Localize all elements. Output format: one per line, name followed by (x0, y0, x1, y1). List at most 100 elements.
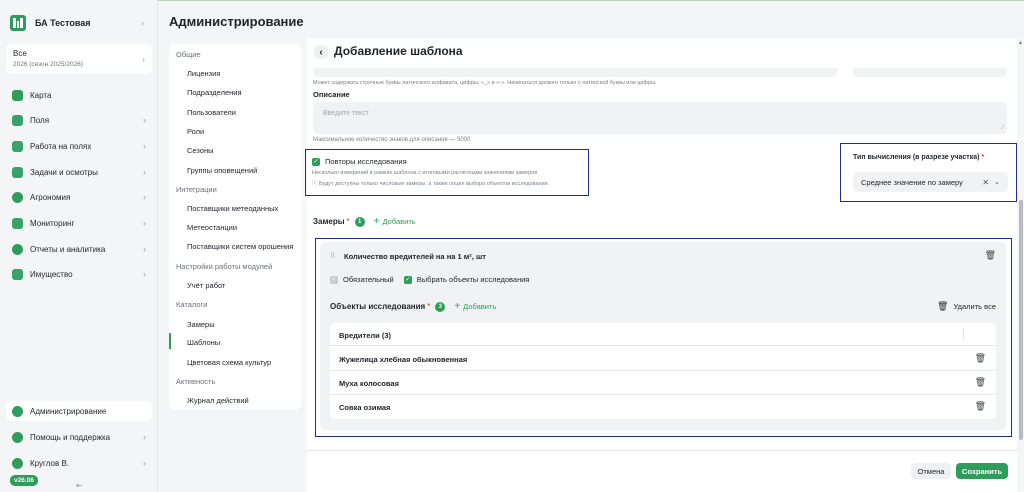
chevron-right-icon: › (143, 115, 146, 125)
code-input[interactable] (313, 68, 837, 77)
repeats-checkbox[interactable]: ✓ (312, 157, 320, 166)
subnav-item-action-log[interactable]: Журнал действий (187, 396, 249, 405)
season-subtitle: 2026 (сезон 2025/2026) (13, 61, 83, 68)
subnav-group-catalogs: Каталоги (176, 300, 208, 309)
trash-icon[interactable]: 🗑 (975, 377, 986, 388)
nav-item-field-work[interactable]: Работа на полях › (6, 136, 152, 156)
object-name: Совка озимая (339, 403, 391, 412)
required-mark: * (981, 154, 985, 161)
subnav-item-templates[interactable]: Шаблоны (187, 338, 220, 347)
drag-handle-icon[interactable]: ⠿ (330, 252, 335, 260)
nav-item-user[interactable]: Круглов В. › (6, 453, 152, 473)
help-icon (12, 431, 23, 443)
objects-group-label: Вредители (3) (339, 331, 392, 340)
calc-type-highlight-box: Тип вычисления (в разрезе участка) * Сре… (840, 143, 1017, 202)
trash-icon[interactable]: 🗑 (975, 401, 986, 412)
trash-icon[interactable]: 🗑 (975, 353, 986, 364)
select-objects-checkbox[interactable]: ✓ (403, 275, 412, 284)
page-title: Администрирование (169, 14, 304, 29)
chevron-down-icon[interactable]: ⌄ (994, 178, 1000, 186)
nav-item-label: Помощь и поддержка (30, 432, 111, 442)
object-name: Муха колосовая (339, 379, 399, 388)
measurements-count-badge: 1 (354, 216, 365, 227)
objects-table: Вредители (3) Жужелица хлебная обыкновен… (330, 323, 996, 419)
back-button[interactable]: ‹ (314, 45, 328, 59)
trash-icon: 🗑 (937, 301, 949, 311)
subnav-group-activity: Активность (176, 377, 216, 386)
chevron-right-icon: › (143, 192, 146, 202)
subnav-item-roles[interactable]: Роли (187, 127, 204, 136)
required-checkbox[interactable]: ✓ (330, 275, 338, 284)
repeats-info: ⓘ Будут доступны только числовые замеры,… (312, 181, 550, 187)
subnav-item-crop-colors[interactable]: Цветовая схема культур (187, 358, 271, 367)
subnav-item-users[interactable]: Пользователи (187, 108, 236, 117)
description-label: Описание (313, 90, 350, 99)
name-input[interactable] (853, 68, 1007, 77)
subnav-item-work-accounting[interactable]: Учёт работ (187, 281, 225, 290)
scroll-up-icon[interactable]: ▲ (1018, 40, 1023, 46)
subnav-item-alert-groups[interactable]: Группы оповещений (187, 166, 257, 175)
subnav-active-indicator (169, 333, 171, 349)
cancel-button[interactable]: Отмена (911, 463, 951, 479)
subnav-item-divisions[interactable]: Подразделения (187, 88, 242, 97)
column-divider (963, 328, 964, 341)
object-name: Жужелица хлебная обыкновенная (339, 355, 468, 364)
measurement-highlight-box: ⠿ Количество вредителей на на 1 м², шт 🗑… (315, 238, 1012, 437)
plus-icon: + (454, 301, 461, 312)
trash-icon[interactable]: 🗑 (985, 250, 996, 261)
subnav-item-measurements[interactable]: Замеры (187, 320, 215, 329)
calc-type-label-text: Тип вычисления (в разрезе участка) (853, 154, 980, 161)
nav-item-administration[interactable]: Администрирование (6, 401, 152, 421)
delete-all-button[interactable]: 🗑 Удалить все (937, 301, 996, 312)
template-form-panel: ‹ Добавление шаблона Может содержать стр… (305, 38, 1017, 492)
nav-item-monitoring[interactable]: Мониторинг › (6, 213, 152, 233)
org-switcher[interactable]: БА Тестовая › (10, 13, 150, 33)
subnav-item-irrigation-providers[interactable]: Поставщики систем орошения (187, 242, 293, 251)
map-icon (12, 89, 23, 101)
objects-group-header: Вредители (3) (330, 323, 996, 346)
subnav-item-weather-providers[interactable]: Поставщики метеоданных (187, 204, 278, 213)
sidebar: БА Тестовая › Все 2026 (сезон 2025/2026)… (0, 0, 158, 492)
table-row: Совка озимая 🗑 (330, 395, 996, 419)
table-row: Жужелица хлебная обыкновенная 🗑 (330, 347, 996, 371)
nav-item-reports[interactable]: Отчеты и аналитика › (6, 239, 152, 259)
required-mark: * (427, 302, 431, 311)
description-textarea[interactable]: Введите текст ⟋ (313, 102, 1007, 134)
measurements-title: Замеры (313, 217, 345, 226)
calc-type-label: Тип вычисления (в разрезе участка) * (853, 154, 984, 161)
nav-item-tasks[interactable]: Задачи и осмотры › (6, 162, 152, 182)
nav-item-map[interactable]: Карта (6, 85, 152, 105)
resize-handle-icon[interactable]: ⟋ (1001, 125, 1005, 132)
pie-chart-icon (12, 243, 23, 255)
chevron-right-icon: › (143, 244, 146, 254)
subnav-item-license[interactable]: Лицензия (187, 69, 220, 78)
property-icon (12, 268, 23, 280)
nav-item-property[interactable]: Имущество › (6, 264, 152, 284)
collapse-sidebar-icon[interactable]: ⇤ (76, 481, 83, 490)
chevron-right-icon: › (143, 458, 146, 468)
nav-item-label: Работа на полях (30, 141, 92, 151)
nav-item-fields[interactable]: Поля › (6, 110, 152, 130)
scrollbar-thumb[interactable] (1019, 200, 1023, 440)
version-badge: v26.06 (10, 475, 38, 486)
save-button[interactable]: Сохранить (956, 463, 1008, 479)
season-selector[interactable]: Все 2026 (сезон 2025/2026) › (6, 44, 152, 74)
measurement-card: ⠿ Количество вредителей на на 1 м², шт 🗑… (320, 242, 1006, 430)
select-objects-label: Выбрать объекты исследования (416, 275, 530, 284)
nav-item-help[interactable]: Помощь и поддержка › (6, 427, 152, 447)
chevron-right-icon: › (142, 54, 145, 64)
add-measurement-button[interactable]: + Добавить (374, 216, 416, 227)
clear-icon[interactable]: ✕ (982, 178, 989, 187)
table-row: Муха колосовая 🗑 (330, 371, 996, 395)
subnav-item-weather-stations[interactable]: Метеостанции (187, 223, 237, 232)
subnav-item-seasons[interactable]: Сезоны (187, 146, 213, 155)
calc-type-select[interactable]: Среднее значение по замеру ✕ ⌄ (853, 172, 1008, 192)
season-title: Все (13, 49, 27, 58)
description-placeholder: Введите текст (323, 110, 369, 117)
chevron-right-icon: › (143, 432, 146, 442)
nav-item-label: Мониторинг (30, 218, 75, 228)
nav-item-agronomy[interactable]: Агрономия › (6, 187, 152, 207)
add-object-button[interactable]: + Добавить (454, 301, 496, 312)
leaf-icon (12, 191, 23, 203)
repeats-checkbox-row[interactable]: ✓ Повторы исследования (312, 157, 407, 166)
